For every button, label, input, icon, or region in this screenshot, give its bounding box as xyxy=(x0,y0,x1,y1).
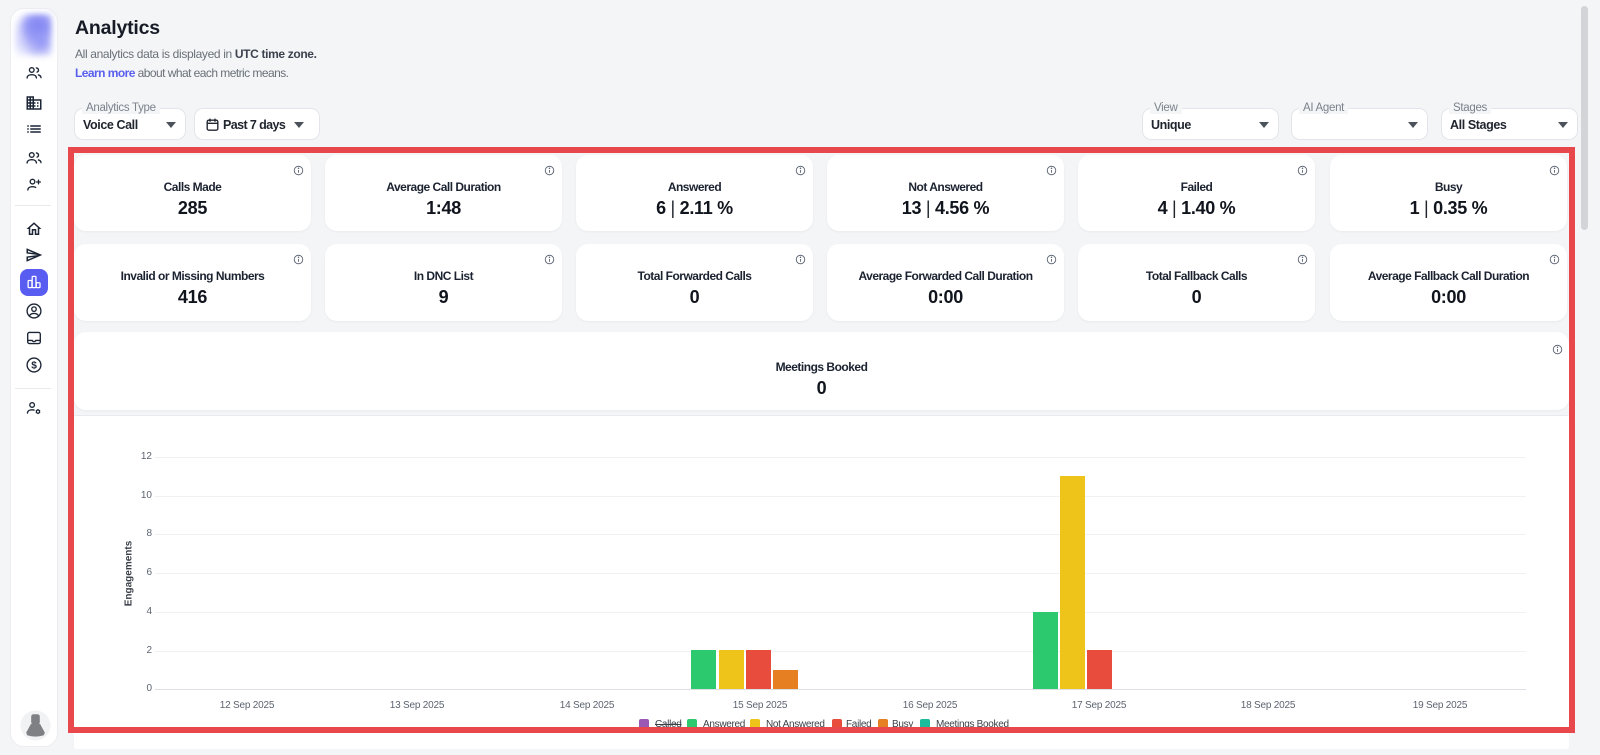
svg-text:$: $ xyxy=(31,361,37,372)
